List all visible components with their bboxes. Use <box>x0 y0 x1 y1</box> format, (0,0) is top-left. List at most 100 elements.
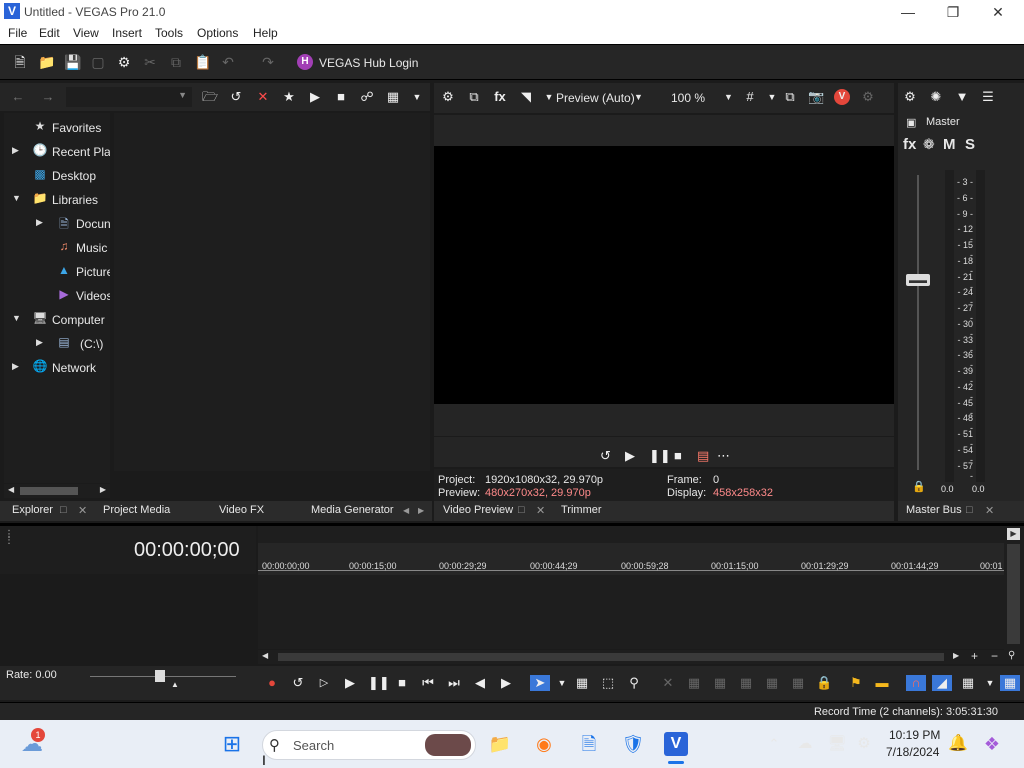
settings-gear-icon[interactable]: ⚙ <box>116 54 132 70</box>
master-mute-button[interactable]: M <box>943 136 956 153</box>
start-windows-icon[interactable]: ⊞ <box>220 732 244 756</box>
clock-time[interactable]: 10:19 PM <box>889 728 940 742</box>
master-fader-handle[interactable]: ▬▬ <box>906 274 930 286</box>
timeline-track-area[interactable] <box>258 575 1004 649</box>
file-explorer-icon[interactable]: 📁 <box>488 732 512 756</box>
menu-edit[interactable]: Edit <box>39 26 60 40</box>
menu-view[interactable]: View <box>73 26 99 40</box>
favorite-star-icon[interactable]: ★ <box>281 89 297 105</box>
grid-icon[interactable]: # <box>742 89 758 105</box>
tree-item-documents[interactable]: ▶ 🗎 Docun <box>4 214 110 234</box>
tree-item-desktop[interactable]: ▩ Desktop <box>4 166 110 186</box>
vegas-hub-icon[interactable]: H <box>297 54 313 70</box>
taskbar-search-box[interactable]: ⚲ Search <box>262 730 476 760</box>
lock-envelopes-icon[interactable]: ▦ <box>1000 675 1020 691</box>
master-checkbox-icon[interactable]: ▣ <box>906 116 916 129</box>
timeline-hscrollbar[interactable]: ◀ ▶ + − ⚲ <box>258 649 1024 664</box>
trim-start-icon[interactable]: ▦ <box>712 675 728 691</box>
tree-item-videos[interactable]: ▶ Videos <box>4 286 110 306</box>
track-list-icon[interactable]: ▶ <box>1007 528 1020 540</box>
views-dropdown-icon[interactable]: ▼ <box>409 89 425 105</box>
undock-icon[interactable]: □ <box>60 504 67 516</box>
menu-options[interactable]: Options <box>197 26 238 40</box>
tree-item-libraries[interactable]: ▼ 📁 Libraries <box>4 190 110 210</box>
tab-media-generator[interactable]: Media Generator <box>311 504 394 516</box>
close-tab-icon[interactable]: ✕ <box>536 504 545 517</box>
forward-arrow-icon[interactable]: → <box>40 89 56 105</box>
close-button[interactable]: ✕ <box>983 2 1013 22</box>
collapse-arrow-icon[interactable]: ▼ <box>12 193 21 203</box>
edit-tool-dropdown-icon[interactable]: ▼ <box>554 675 570 691</box>
timeline-hscroll-thumb[interactable] <box>278 653 944 661</box>
undock-icon[interactable]: □ <box>518 504 525 516</box>
show-hidden-icons-icon[interactable]: ⌃ <box>762 732 786 756</box>
trim-icon[interactable]: ▦ <box>686 675 702 691</box>
tree-hscrollbar[interactable]: ◀ ▶ <box>4 484 110 498</box>
master-link-icon[interactable]: ❁ <box>923 136 935 153</box>
external-monitor-icon[interactable]: ⧉ <box>466 89 482 105</box>
rate-slider-handle[interactable] <box>155 670 165 682</box>
vegas-hub-login[interactable]: VEGAS Hub Login <box>319 56 418 70</box>
tab-scroll-left-icon[interactable]: ◀ <box>403 506 409 515</box>
zoom-dropdown[interactable]: 100 % <box>671 91 705 105</box>
rate-reset-arrow-icon[interactable]: ▲ <box>171 680 179 689</box>
copy-snapshot-icon[interactable]: ⧉ <box>782 89 798 105</box>
expand-arrow-icon[interactable]: ▶ <box>12 361 19 372</box>
stop-icon[interactable]: ■ <box>394 675 410 691</box>
video-preview-canvas[interactable] <box>434 146 894 404</box>
tree-item-music[interactable]: ♫ Music <box>4 238 110 258</box>
pause-icon[interactable]: ❚❚ <box>368 675 390 691</box>
more-options-icon[interactable]: ⋯ <box>717 448 730 464</box>
downmix-icon[interactable]: ▼ <box>954 89 970 105</box>
save-snapshot-icon[interactable]: 📷 <box>808 89 824 105</box>
auto-ripple-icon[interactable]: ▦ <box>960 675 976 691</box>
fx-icon[interactable]: fx <box>492 89 508 105</box>
preview-play-icon[interactable]: ▶ <box>625 448 635 464</box>
selection-tool-icon[interactable]: ⬚ <box>600 675 616 691</box>
tree-item-network[interactable]: ▶ 🌐 Network <box>4 358 110 378</box>
preview-pause-icon[interactable]: ❚❚ <box>649 448 671 464</box>
ripple-dropdown-icon[interactable]: ▼ <box>982 675 998 691</box>
preview-settings-gear-icon[interactable]: ⚙ <box>440 89 456 105</box>
previous-frame-icon[interactable]: ◀ <box>472 675 488 691</box>
notification-bell-icon[interactable]: 🔔 <box>946 732 970 756</box>
drag-grip-icon[interactable]: ⋮ ⋮ <box>4 530 14 546</box>
record-icon[interactable]: ● <box>264 675 280 691</box>
timeline-ruler[interactable]: 00:00:00;00 00:00:15;00 00:00:29;29 00:0… <box>258 543 1004 575</box>
tab-video-fx[interactable]: Video FX <box>219 504 264 516</box>
tree-item-c-drive[interactable]: ▶ ▤ (C:\) <box>4 334 110 354</box>
minimize-button[interactable]: — <box>893 2 923 22</box>
master-solo-button[interactable]: S <box>965 136 975 153</box>
tab-project-media[interactable]: Project Media <box>103 504 170 516</box>
lock-icon[interactable]: 🔒 <box>816 675 832 691</box>
tab-trimmer[interactable]: Trimmer <box>561 504 602 516</box>
grid-dropdown-icon[interactable]: ▼ <box>764 89 780 105</box>
tree-item-favorites[interactable]: ★ Favorites <box>4 118 110 138</box>
properties-icon[interactable]: ▢ <box>90 54 106 70</box>
vegas-taskbar-icon[interactable]: V <box>664 732 688 756</box>
play-from-start-icon[interactable]: ▷ <box>316 675 332 691</box>
stop-icon[interactable]: ■ <box>333 89 349 105</box>
menu-insert[interactable]: Insert <box>112 26 142 40</box>
copy-icon[interactable]: ⧉ <box>168 54 184 70</box>
new-file-icon[interactable]: 🗎 <box>12 54 28 70</box>
cut-icon[interactable]: ✂ <box>142 54 158 70</box>
master-fx-icon[interactable]: ✺ <box>928 89 944 105</box>
trim-end-icon[interactable]: ▦ <box>738 675 754 691</box>
mixer-icon[interactable]: ☰ <box>980 89 996 105</box>
master-settings-gear-icon[interactable]: ⚙ <box>902 89 918 105</box>
refresh-icon[interactable]: ↺ <box>228 89 244 105</box>
restore-button[interactable]: ❐ <box>938 2 968 22</box>
loop-icon[interactable]: ↺ <box>600 448 611 464</box>
display-icon[interactable]: 🖥 <box>825 732 849 756</box>
preview-quality-arrow-icon[interactable]: ▼ <box>634 92 643 102</box>
loop-playback-icon[interactable]: ↺ <box>290 675 306 691</box>
region-icon[interactable]: ▬ <box>874 675 890 691</box>
tree-item-computer[interactable]: ▼ 🖥 Computer <box>4 310 110 330</box>
zoom-out-icon[interactable]: − <box>991 649 998 663</box>
preview-quality-dropdown[interactable]: Preview (Auto) <box>556 91 635 105</box>
tab-explorer[interactable]: Explorer <box>12 504 53 516</box>
open-folder-icon[interactable]: 📁 <box>38 54 55 70</box>
go-to-end-icon[interactable]: ⏭ <box>446 675 462 691</box>
vegas-effects-icon[interactable]: V <box>834 89 850 105</box>
